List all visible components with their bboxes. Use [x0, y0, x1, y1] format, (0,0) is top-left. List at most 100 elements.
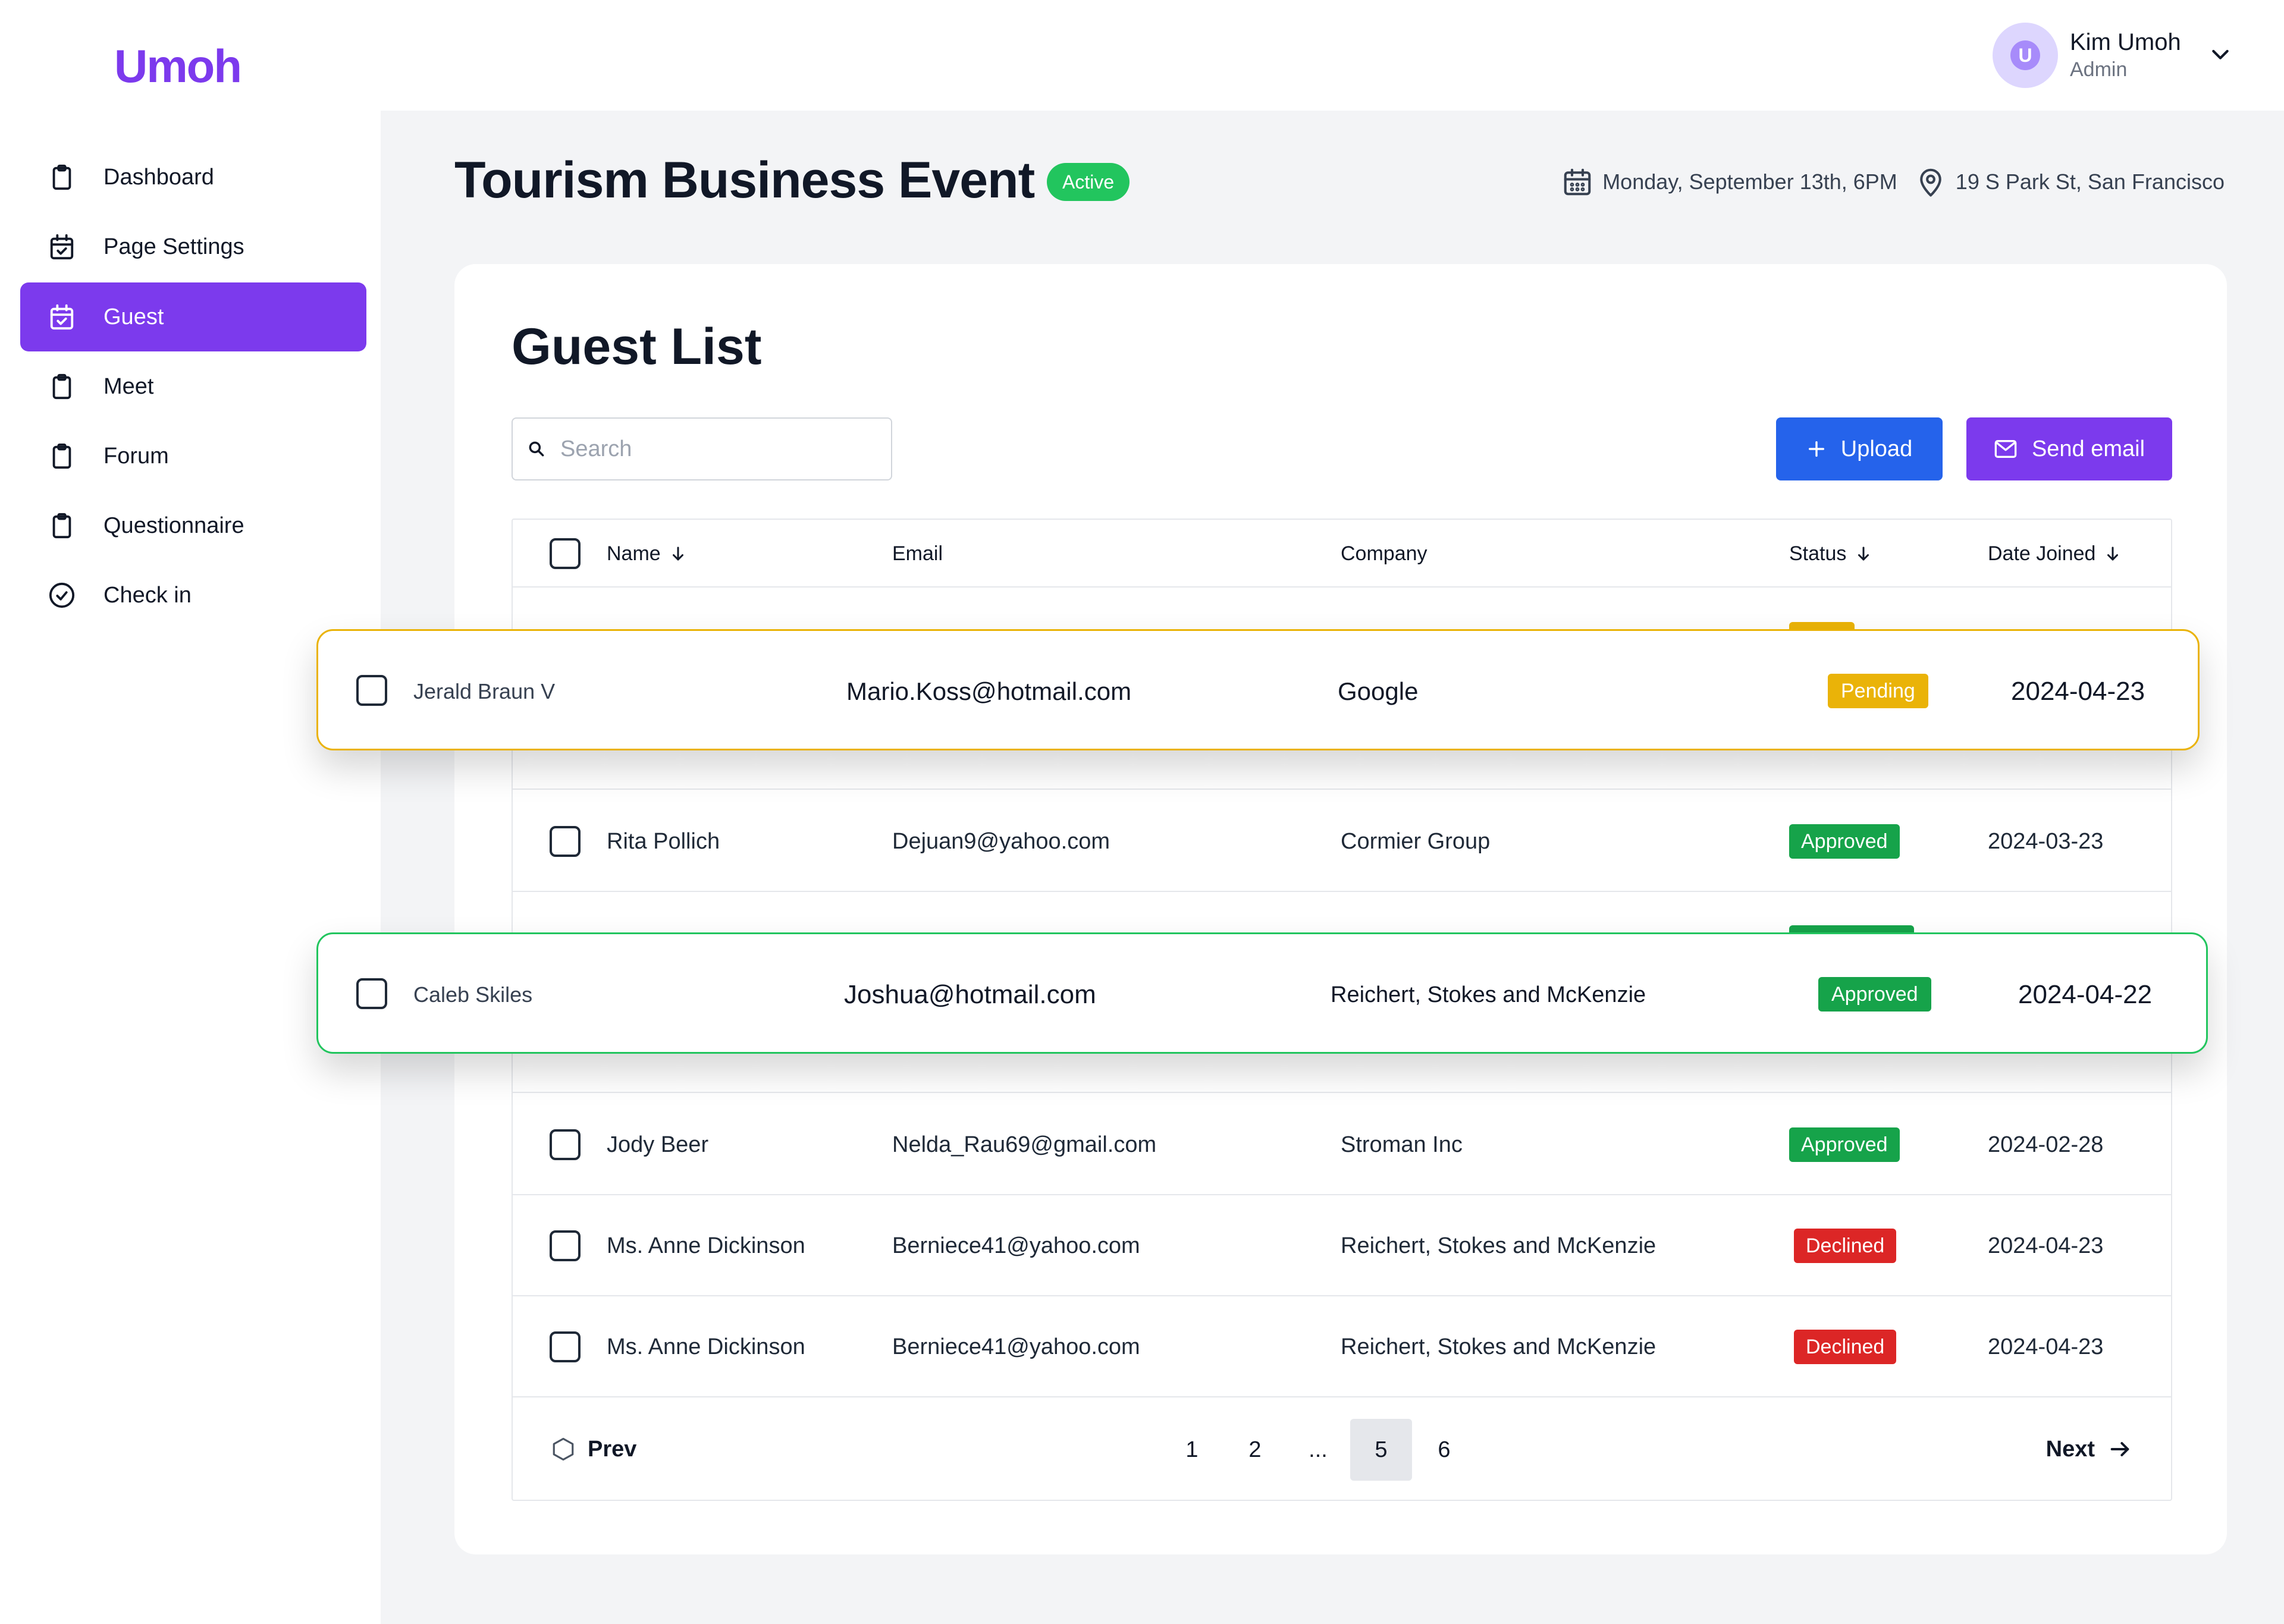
sidebar-item-label: Guest [103, 304, 164, 329]
hexagon-icon [551, 1437, 576, 1462]
column-date-label: Date Joined [1988, 542, 2096, 565]
row-checkbox[interactable] [550, 1331, 581, 1362]
user-menu[interactable]: U Kim Umoh Admin [1993, 23, 2232, 88]
send-email-button[interactable]: Send email [1966, 417, 2172, 480]
status-badge: Approved [1818, 977, 1931, 1012]
main-content: Tourism Business Event Active Monday, Se… [381, 111, 2284, 1624]
column-status[interactable]: Status [1789, 520, 1872, 588]
column-date-joined[interactable]: Date Joined [1988, 520, 2122, 588]
row-checkbox[interactable] [356, 675, 387, 706]
avatar-initial: U [2010, 40, 2040, 70]
guest-list-title: Guest List [512, 318, 762, 375]
guest-company: Reichert, Stokes and McKenzie [1331, 982, 1646, 1007]
search-box[interactable] [512, 417, 892, 480]
event-meta: Monday, September 13th, 6PM 19 S Park St… [1561, 164, 2225, 200]
clipboard-icon [48, 511, 76, 540]
sidebar-item-label: Questionnaire [103, 513, 244, 538]
guest-company: Reichert, Stokes and McKenzie [1341, 1233, 1656, 1258]
event-location: 19 S Park St, San Francisco [1955, 169, 2225, 194]
table-row[interactable]: Rita Pollich Dejuan9@yahoo.com Cormier G… [513, 791, 2171, 892]
page-ellipsis: ... [1309, 1437, 1328, 1462]
row-checkbox[interactable] [550, 826, 581, 857]
column-email-label: Email [892, 542, 943, 565]
sidebar-item-page-settings[interactable]: Page Settings [20, 212, 366, 281]
clipboard-icon [48, 163, 76, 191]
upload-button[interactable]: Upload [1776, 417, 1943, 480]
sidebar-item-guest[interactable]: Guest [20, 282, 366, 351]
guest-email: Nelda_Rau69@gmail.com [892, 1132, 1157, 1157]
guest-date-joined: 2024-04-23 [1988, 1233, 2104, 1258]
guest-date-joined: 2024-02-28 [1988, 1132, 2104, 1157]
highlighted-row-pending[interactable]: Jerald Braun V Mario.Koss@hotmail.com Go… [316, 629, 2200, 750]
page-5-button[interactable]: 5 [1350, 1419, 1412, 1481]
status-badge: Approved [1789, 824, 1900, 859]
arrow-down-icon[interactable] [1855, 545, 1872, 563]
next-page-button[interactable]: Next [2046, 1399, 2132, 1500]
column-name-label: Name [607, 542, 661, 565]
guest-date-joined: 2024-03-23 [1988, 828, 2104, 854]
page-6-button[interactable]: 6 [1413, 1419, 1475, 1481]
status-badge: Approved [1789, 1127, 1900, 1162]
sidebar-item-forum[interactable]: Forum [20, 422, 366, 491]
page-1-button[interactable]: 1 [1161, 1419, 1223, 1481]
guest-name: Ms. Anne Dickinson [607, 1334, 805, 1359]
sidebar-item-meet[interactable]: Meet [20, 352, 366, 421]
column-status-label: Status [1789, 542, 1847, 565]
sidebar-item-dashboard[interactable]: Dashboard [20, 143, 366, 212]
sidebar-item-check-in[interactable]: Check in [20, 561, 366, 630]
sidebar-item-label: Forum [103, 443, 169, 469]
guest-company: Reichert, Stokes and McKenzie [1341, 1334, 1656, 1359]
location-pin-icon [1914, 164, 1947, 200]
row-checkbox[interactable] [356, 978, 387, 1009]
row-checkbox[interactable] [550, 1129, 581, 1160]
search-input[interactable] [560, 436, 870, 462]
sidebar-item-label: Dashboard [103, 164, 214, 190]
mail-icon [1994, 439, 2018, 459]
table-row[interactable]: Ms. Anne Dickinson Berniece41@yahoo.com … [513, 1195, 2171, 1296]
search-icon [527, 439, 546, 458]
arrow-down-icon[interactable] [669, 545, 687, 563]
sidebar-item-questionnaire[interactable]: Questionnaire [20, 491, 366, 560]
guest-email: Joshua@hotmail.com [844, 980, 1096, 1009]
chevron-down-icon[interactable] [2208, 42, 2232, 69]
page-2-button[interactable]: 2 [1224, 1419, 1286, 1481]
guest-company: Google [1338, 677, 1419, 705]
user-info: Kim Umoh Admin [2070, 29, 2181, 81]
guest-company: Stroman Inc [1341, 1132, 1463, 1157]
highlighted-row-approved[interactable]: Caleb Skiles Joshua@hotmail.com Reichert… [316, 932, 2208, 1054]
select-all-checkbox[interactable] [550, 538, 581, 569]
logo[interactable]: Umoh [114, 39, 242, 93]
table-header: Name Email Company Status Date Joined [513, 520, 2171, 588]
event-date: Monday, September 13th, 6PM [1602, 169, 1897, 194]
clipboard-icon [48, 372, 76, 401]
guest-date-joined: 2024-04-23 [1988, 1334, 2104, 1359]
user-name: Kim Umoh [2070, 29, 2181, 55]
table-row[interactable]: Jody Beer Nelda_Rau69@gmail.com Stroman … [513, 1094, 2171, 1195]
column-name[interactable]: Name [607, 520, 687, 588]
column-email[interactable]: Email [892, 520, 943, 588]
top-bar: Umoh U Kim Umoh Admin [0, 0, 2284, 111]
row-checkbox[interactable] [550, 1230, 581, 1261]
status-badge: Declined [1794, 1229, 1897, 1263]
prev-page-button[interactable]: Prev [551, 1399, 636, 1500]
arrow-down-icon[interactable] [2104, 545, 2122, 563]
calendar-check-icon [48, 233, 76, 261]
guest-email: Dejuan9@yahoo.com [892, 828, 1110, 854]
column-company[interactable]: Company [1341, 520, 1428, 588]
status-badge: Declined [1794, 1330, 1897, 1364]
avatar[interactable]: U [1993, 23, 2058, 88]
guest-date-joined: 2024-04-22 [2018, 980, 2153, 1009]
table-row[interactable]: Ms. Anne Dickinson Berniece41@yahoo.com … [513, 1296, 2171, 1397]
next-label: Next [2045, 1436, 2095, 1462]
guest-company: Cormier Group [1341, 828, 1491, 854]
guest-email: Berniece41@yahoo.com [892, 1334, 1140, 1359]
user-role: Admin [2070, 58, 2128, 81]
prev-label: Prev [588, 1436, 637, 1462]
sidebar-item-label: Check in [103, 582, 192, 608]
event-status-badge: Active [1047, 163, 1130, 201]
check-circle-icon [48, 581, 76, 610]
guest-name: Jody Beer [607, 1132, 709, 1157]
page-title: Tourism Business Event [454, 152, 1035, 209]
arrow-right-icon [2108, 1437, 2132, 1461]
clipboard-icon [48, 442, 76, 470]
